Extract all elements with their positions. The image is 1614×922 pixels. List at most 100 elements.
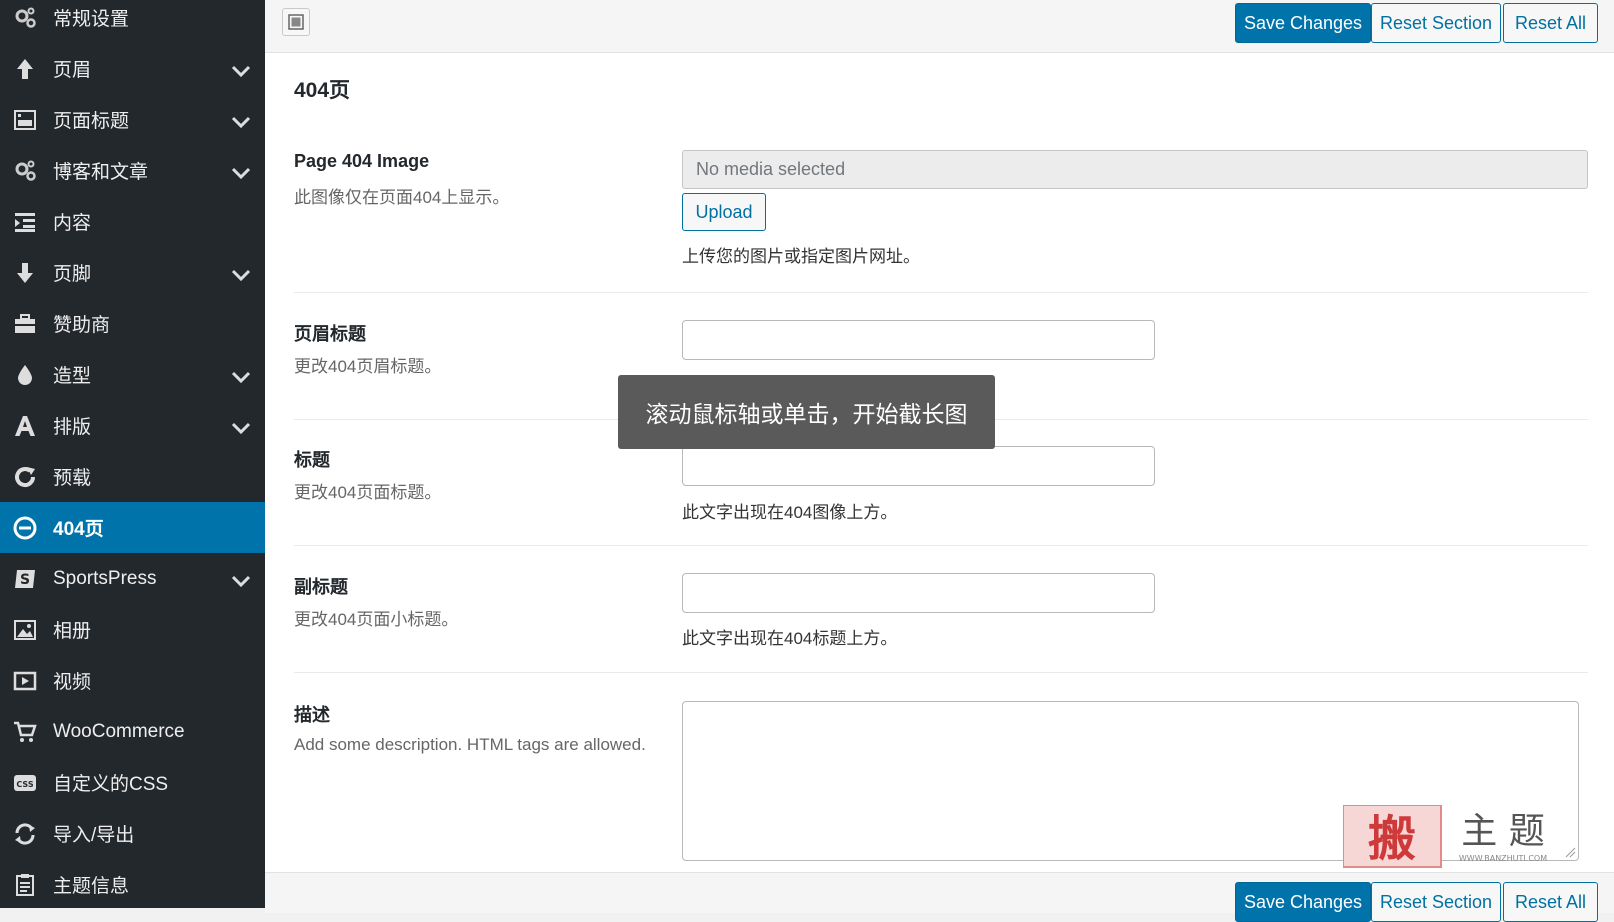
watermark-logo: 搬 主 题 WWW.BANZHUTI.COM (1342, 804, 1573, 875)
sidebar-item-label: 页面标题 (53, 111, 130, 132)
gears-icon (12, 158, 38, 184)
chevron-down-icon[interactable] (231, 266, 251, 281)
reset-section-button-bottom[interactable]: Reset Section (1371, 882, 1501, 922)
reset-all-button[interactable]: Reset All (1503, 3, 1598, 43)
sidebar-item-14[interactable]: WooCommerce (0, 706, 265, 757)
divider (294, 292, 1588, 293)
reset-section-button[interactable]: Reset Section (1371, 3, 1501, 43)
chevron-down-icon[interactable] (231, 572, 251, 587)
align-icon (12, 209, 38, 235)
sidebar-item-label: 页脚 (53, 264, 92, 285)
sidebar-item-label: 页眉 (53, 60, 92, 81)
sidebar-item-5[interactable]: 页脚 (0, 247, 265, 298)
divider (294, 672, 1588, 673)
arrow-up-icon (12, 56, 38, 82)
field-title-header-title: 页眉标题 (294, 324, 366, 344)
sidebar-item-8[interactable]: 排版 (0, 400, 265, 451)
options-top-bar: Save Changes Reset Section Reset All (265, 0, 1614, 53)
screenshot-tooltip: 滚动鼠标轴或单击，开始截长图 (618, 375, 995, 449)
arrow-down-icon (12, 260, 38, 286)
sidebar-item-4[interactable]: 内容 (0, 196, 265, 247)
image-icon (12, 617, 38, 643)
field-help-title: 此文字出现在404图像上方。 (682, 503, 898, 522)
field-desc-image: 此图像仅在页面404上显示。 (294, 188, 510, 207)
font-icon (12, 413, 38, 439)
sidebar-item-15[interactable]: CSS 自定义的CSS (0, 757, 265, 808)
sidebar-item-label: WooCommerce (53, 720, 185, 742)
sportspress-icon: S (12, 566, 38, 592)
page-title-icon (12, 107, 38, 133)
sidebar-item-label: 赞助商 (53, 315, 111, 336)
field-help-subtitle: 此文字出现在404标题上方。 (682, 629, 898, 648)
svg-text:搬: 搬 (1368, 811, 1416, 867)
svg-text:WWW.BANZHUTI.COM: WWW.BANZHUTI.COM (1459, 854, 1547, 863)
subtitle-input[interactable] (682, 573, 1155, 613)
sidebar-item-label: 排版 (53, 417, 92, 438)
sidebar-item-10[interactable]: 404页 (0, 502, 265, 553)
drop-icon (12, 362, 38, 388)
sidebar-item-16[interactable]: 导入/导出 (0, 808, 265, 859)
briefcase-icon (12, 311, 38, 337)
options-bottom-bar: Save Changes Reset Section Reset All (265, 872, 1614, 922)
admin-sidebar: 常规设置页眉页面标题博客和文章内容页脚赞助商造型排版预载 404页 S SportsP… (0, 0, 265, 908)
svg-text:S: S (20, 572, 30, 588)
save-changes-button[interactable]: Save Changes (1235, 3, 1371, 43)
refresh-icon (12, 464, 38, 490)
svg-text:CSS: CSS (16, 780, 33, 789)
field-title-title: 标题 (294, 450, 330, 470)
sidebar-item-17[interactable]: 主题信息 (0, 859, 265, 908)
header-title-input[interactable] (682, 320, 1155, 360)
gears-icon (12, 5, 38, 31)
sidebar-item-label: 博客和文章 (53, 162, 149, 183)
sidebar-item-2[interactable]: 页面标题 (0, 94, 265, 145)
options-panel: 404页 Page 404 Image 此图像仅在页面404上显示。 No me… (265, 53, 1614, 872)
chevron-down-icon[interactable] (231, 419, 251, 434)
sidebar-item-3[interactable]: 博客和文章 (0, 145, 265, 196)
expand-icon (288, 14, 304, 30)
chevron-down-icon[interactable] (231, 368, 251, 383)
upload-button[interactable]: Upload (682, 193, 766, 231)
title-input[interactable] (682, 446, 1155, 486)
divider (294, 545, 1588, 546)
minus-circle-icon (12, 515, 38, 541)
sidebar-item-9[interactable]: 预载 (0, 451, 265, 502)
section-title: 404页 (294, 79, 351, 102)
chevron-down-icon[interactable] (231, 164, 251, 179)
expand-options-button[interactable] (282, 8, 310, 36)
css-icon: CSS (12, 770, 38, 796)
sidebar-item-label: 相册 (53, 621, 92, 642)
theme-options-nav: 常规设置页眉页面标题博客和文章内容页脚赞助商造型排版预载 404页 S SportsP… (0, 0, 265, 908)
field-title-image: Page 404 Image (294, 151, 430, 171)
sidebar-item-label: 视频 (53, 672, 92, 693)
sidebar-item-7[interactable]: 造型 (0, 349, 265, 400)
sidebar-item-label: 造型 (53, 366, 92, 387)
field-help-image: 上传您的图片或指定图片网址。 (682, 247, 920, 266)
sidebar-item-label: 导入/导出 (53, 825, 135, 846)
media-placeholder: No media selected (696, 159, 846, 179)
sidebar-item-13[interactable]: 视频 (0, 655, 265, 706)
chevron-down-icon[interactable] (231, 62, 251, 77)
svg-text:主 题: 主 题 (1461, 811, 1544, 852)
sidebar-item-label: 404页 (53, 519, 104, 540)
sidebar-item-11[interactable]: S SportsPress (0, 553, 265, 604)
field-title-description: 描述 (294, 705, 330, 725)
field-desc-description: Add some description. HTML tags are allo… (294, 735, 646, 754)
cart-icon (12, 719, 38, 745)
sync-icon (12, 821, 38, 847)
field-desc-subtitle: 更改404页面小标题。 (294, 610, 459, 629)
sidebar-item-1[interactable]: 页眉 (0, 43, 265, 94)
reset-all-button-bottom[interactable]: Reset All (1503, 882, 1598, 922)
sidebar-item-12[interactable]: 相册 (0, 604, 265, 655)
sidebar-item-label: 内容 (53, 213, 92, 234)
chevron-down-icon[interactable] (231, 113, 251, 128)
save-changes-button-bottom[interactable]: Save Changes (1235, 882, 1371, 922)
sidebar-item-label: 主题信息 (53, 876, 130, 897)
field-title-subtitle: 副标题 (294, 577, 348, 597)
sidebar-item-6[interactable]: 赞助商 (0, 298, 265, 349)
clipboard-icon (12, 872, 38, 898)
sidebar-item-label: 自定义的CSS (53, 774, 169, 795)
sidebar-item-0[interactable]: 常规设置 (0, 0, 265, 43)
media-url-field[interactable]: No media selected (682, 150, 1588, 189)
sidebar-item-label: 预载 (53, 468, 92, 489)
field-desc-title: 更改404页面标题。 (294, 483, 442, 502)
